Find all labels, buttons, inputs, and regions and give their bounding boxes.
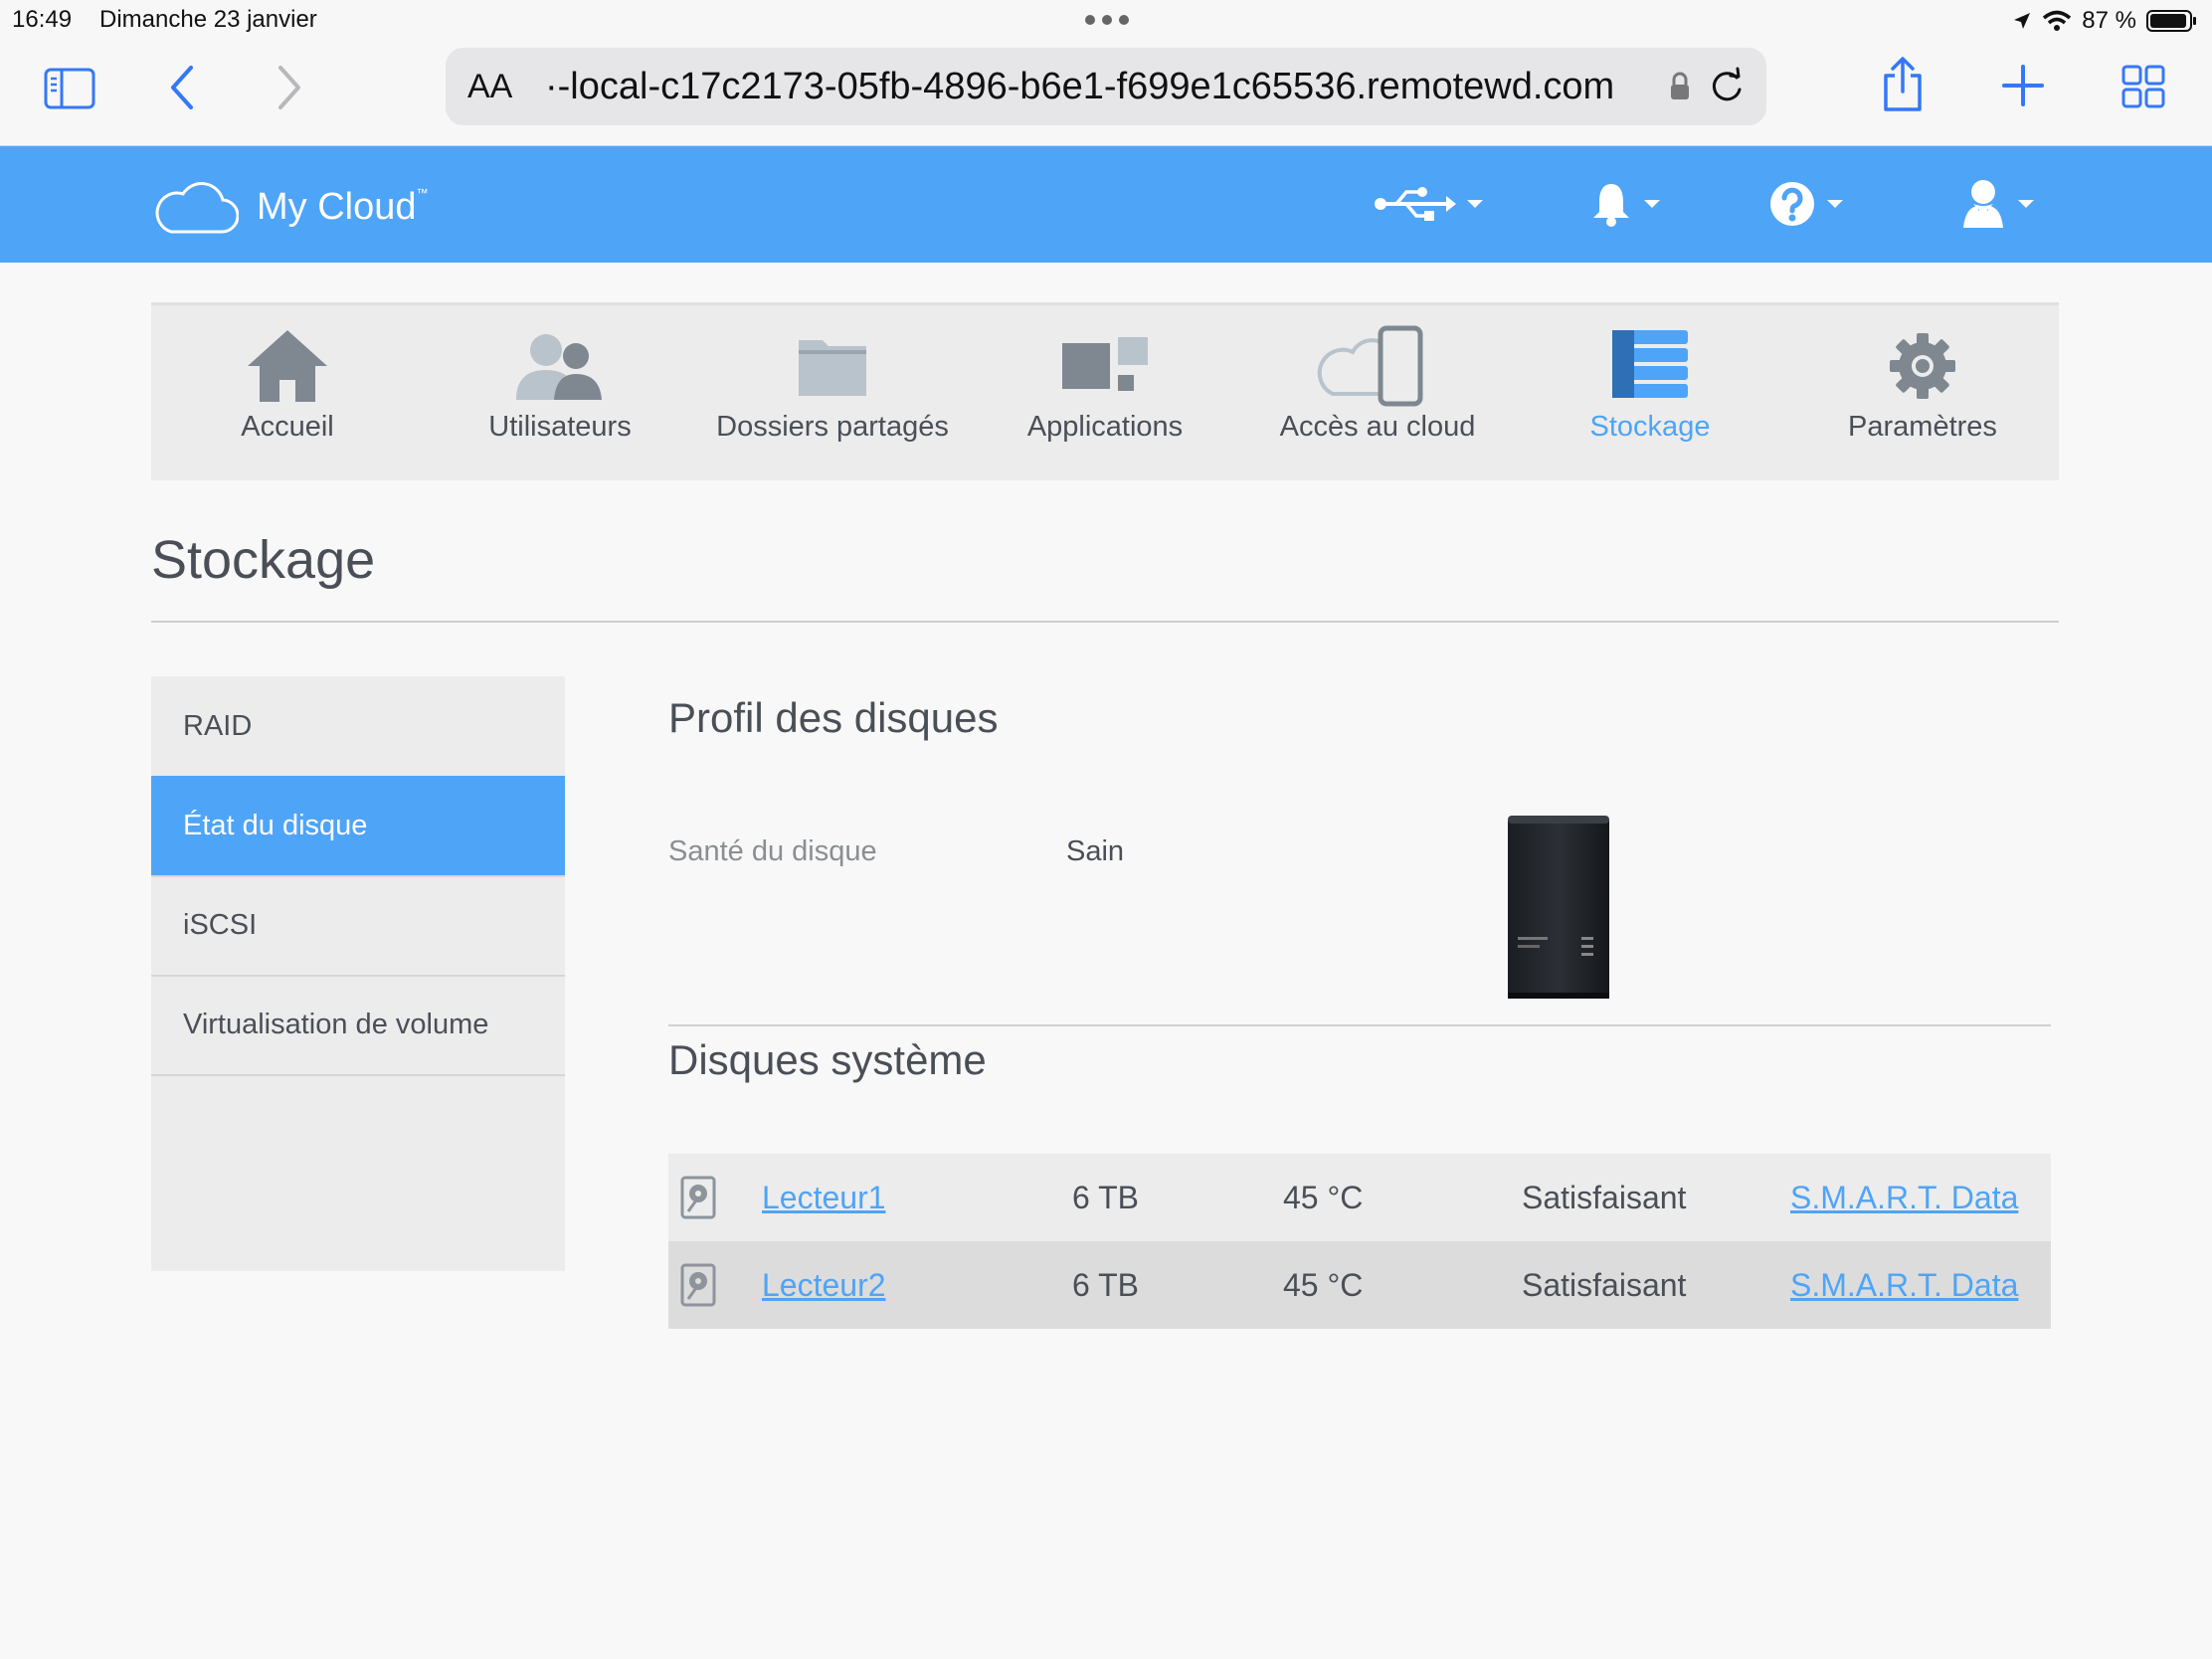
nav-applications[interactable]: Applications	[969, 305, 1241, 480]
chevron-down-icon	[1467, 200, 1483, 208]
nav-parametres[interactable]: Paramètres	[1786, 305, 2059, 480]
forward-icon[interactable]	[275, 64, 304, 111]
sidebar-item-label: iSCSI	[183, 909, 258, 941]
disk-temperature: 45 °C	[1283, 1267, 1364, 1303]
disk-health-label: Santé du disque	[668, 835, 877, 867]
sidebar-item-raid[interactable]: RAID	[151, 676, 565, 778]
browser-toolbar: AA ·-local-c17c2173-05fb-4896-b6e1-f699e…	[0, 40, 2212, 146]
chevron-down-icon	[1644, 200, 1660, 208]
app-header: My Cloud™	[0, 146, 2212, 263]
usb-menu-button[interactable]	[1373, 176, 1484, 232]
battery-percent: 87 %	[2082, 7, 2136, 34]
new-tab-icon[interactable]	[2001, 64, 2045, 107]
hard-drive-icon	[680, 1176, 716, 1219]
help-menu-button[interactable]	[1768, 176, 1844, 232]
nav-label: Paramètres	[1848, 411, 1997, 443]
wifi-icon	[2043, 10, 2072, 31]
nav-label: Accès au cloud	[1279, 411, 1476, 443]
multitasking-dots-icon[interactable]	[1084, 14, 1130, 26]
smart-data-link[interactable]: S.M.A.R.T. Data	[1790, 1180, 2018, 1216]
sidebar-toggle-icon[interactable]	[44, 68, 95, 109]
sidebar-item-etat-disque[interactable]: État du disque	[151, 776, 565, 877]
nav-dossiers-partages[interactable]: Dossiers partagés	[696, 305, 969, 480]
nav-label: Dossiers partagés	[716, 411, 949, 443]
home-icon	[248, 330, 327, 402]
main-nav: Accueil Utilisateurs Dossiers partagés A…	[151, 302, 2059, 480]
folder-icon	[799, 340, 866, 396]
hard-drive-icon	[680, 1263, 716, 1307]
tabs-overview-icon[interactable]	[2120, 64, 2166, 109]
nav-utilisateurs[interactable]: Utilisateurs	[424, 305, 696, 480]
page-title: Stockage	[151, 530, 376, 590]
url-text[interactable]: ·-local-c17c2173-05fb-4896-b6e1-f699e1c6…	[545, 66, 1614, 108]
storage-icon	[1612, 330, 1688, 398]
storage-sidebar: RAID État du disque iSCSI Virtualisation…	[151, 676, 565, 1271]
divider	[668, 1024, 2051, 1026]
nav-stockage[interactable]: Stockage	[1514, 305, 1786, 480]
nav-acces-cloud[interactable]: Accès au cloud	[1241, 305, 1514, 480]
mycloud-logo-icon[interactable]	[151, 180, 239, 236]
smart-data-link[interactable]: S.M.A.R.T. Data	[1790, 1267, 2018, 1304]
gear-icon	[1890, 333, 1955, 399]
reader-aa-button[interactable]: AA	[467, 68, 512, 106]
back-icon[interactable]	[167, 64, 197, 111]
table-row: Lecteur2 6 TB 45 °C Satisfaisant S.M.A.R…	[668, 1241, 2051, 1329]
sidebar-item-virtualisation[interactable]: Virtualisation de volume	[151, 975, 565, 1076]
disk-name-link[interactable]: Lecteur1	[762, 1180, 886, 1216]
battery-icon	[2146, 10, 2196, 32]
reload-icon[interactable]	[1707, 66, 1747, 105]
sidebar-item-label: RAID	[183, 710, 253, 742]
account-menu-button[interactable]	[1959, 176, 2035, 232]
table-row: Lecteur1 6 TB 45 °C Satisfaisant S.M.A.R…	[668, 1154, 2051, 1241]
disk-health-value: Sain	[1066, 835, 1125, 867]
disk-temperature: 45 °C	[1283, 1180, 1364, 1215]
user-icon	[1963, 180, 2003, 228]
app-logo-text[interactable]: My Cloud™	[257, 186, 429, 229]
disk-status: Satisfaisant	[1522, 1180, 1687, 1215]
chevron-down-icon	[2018, 200, 2034, 208]
address-bar[interactable]: AA ·-local-c17c2173-05fb-4896-b6e1-f699e…	[446, 48, 1766, 125]
usb-icon	[1375, 187, 1456, 221]
nas-device-image	[1508, 816, 1609, 999]
logo-label: My Cloud	[257, 186, 417, 228]
cloud-access-icon	[1317, 325, 1423, 407]
apps-icon	[1062, 337, 1148, 391]
nav-label: Stockage	[1589, 411, 1711, 443]
nav-label: Applications	[1026, 411, 1184, 443]
status-indicators: 87 %	[2012, 4, 2198, 38]
sidebar-item-label: Virtualisation de volume	[183, 1009, 489, 1040]
bell-icon	[1593, 184, 1629, 227]
section-title-profile: Profil des disques	[668, 694, 999, 741]
section-title-system-disks: Disques système	[668, 1036, 987, 1083]
users-icon	[516, 334, 602, 400]
disk-size: 6 TB	[1072, 1267, 1139, 1303]
status-date: Dimanche 23 janvier	[99, 6, 317, 33]
disk-size: 6 TB	[1072, 1180, 1139, 1215]
nav-label: Utilisateurs	[488, 411, 632, 443]
notifications-menu-button[interactable]	[1589, 176, 1661, 232]
nav-label: Accueil	[241, 411, 334, 443]
nav-accueil[interactable]: Accueil	[151, 305, 424, 480]
divider	[151, 621, 2059, 623]
chevron-down-icon	[1827, 200, 1843, 208]
disk-name-link[interactable]: Lecteur2	[762, 1267, 886, 1304]
location-icon	[2014, 13, 2031, 29]
sidebar-item-label: État du disque	[183, 810, 368, 841]
status-time: 16:49	[12, 6, 73, 33]
lock-icon	[1671, 72, 1689, 99]
logo-tm: ™	[416, 186, 429, 200]
sidebar-item-iscsi[interactable]: iSCSI	[151, 875, 565, 977]
disk-status: Satisfaisant	[1522, 1267, 1687, 1303]
share-icon[interactable]	[1880, 56, 1926, 113]
help-icon	[1770, 182, 1814, 226]
status-bar: 16:49 Dimanche 23 janvier 87 %	[0, 0, 2212, 40]
